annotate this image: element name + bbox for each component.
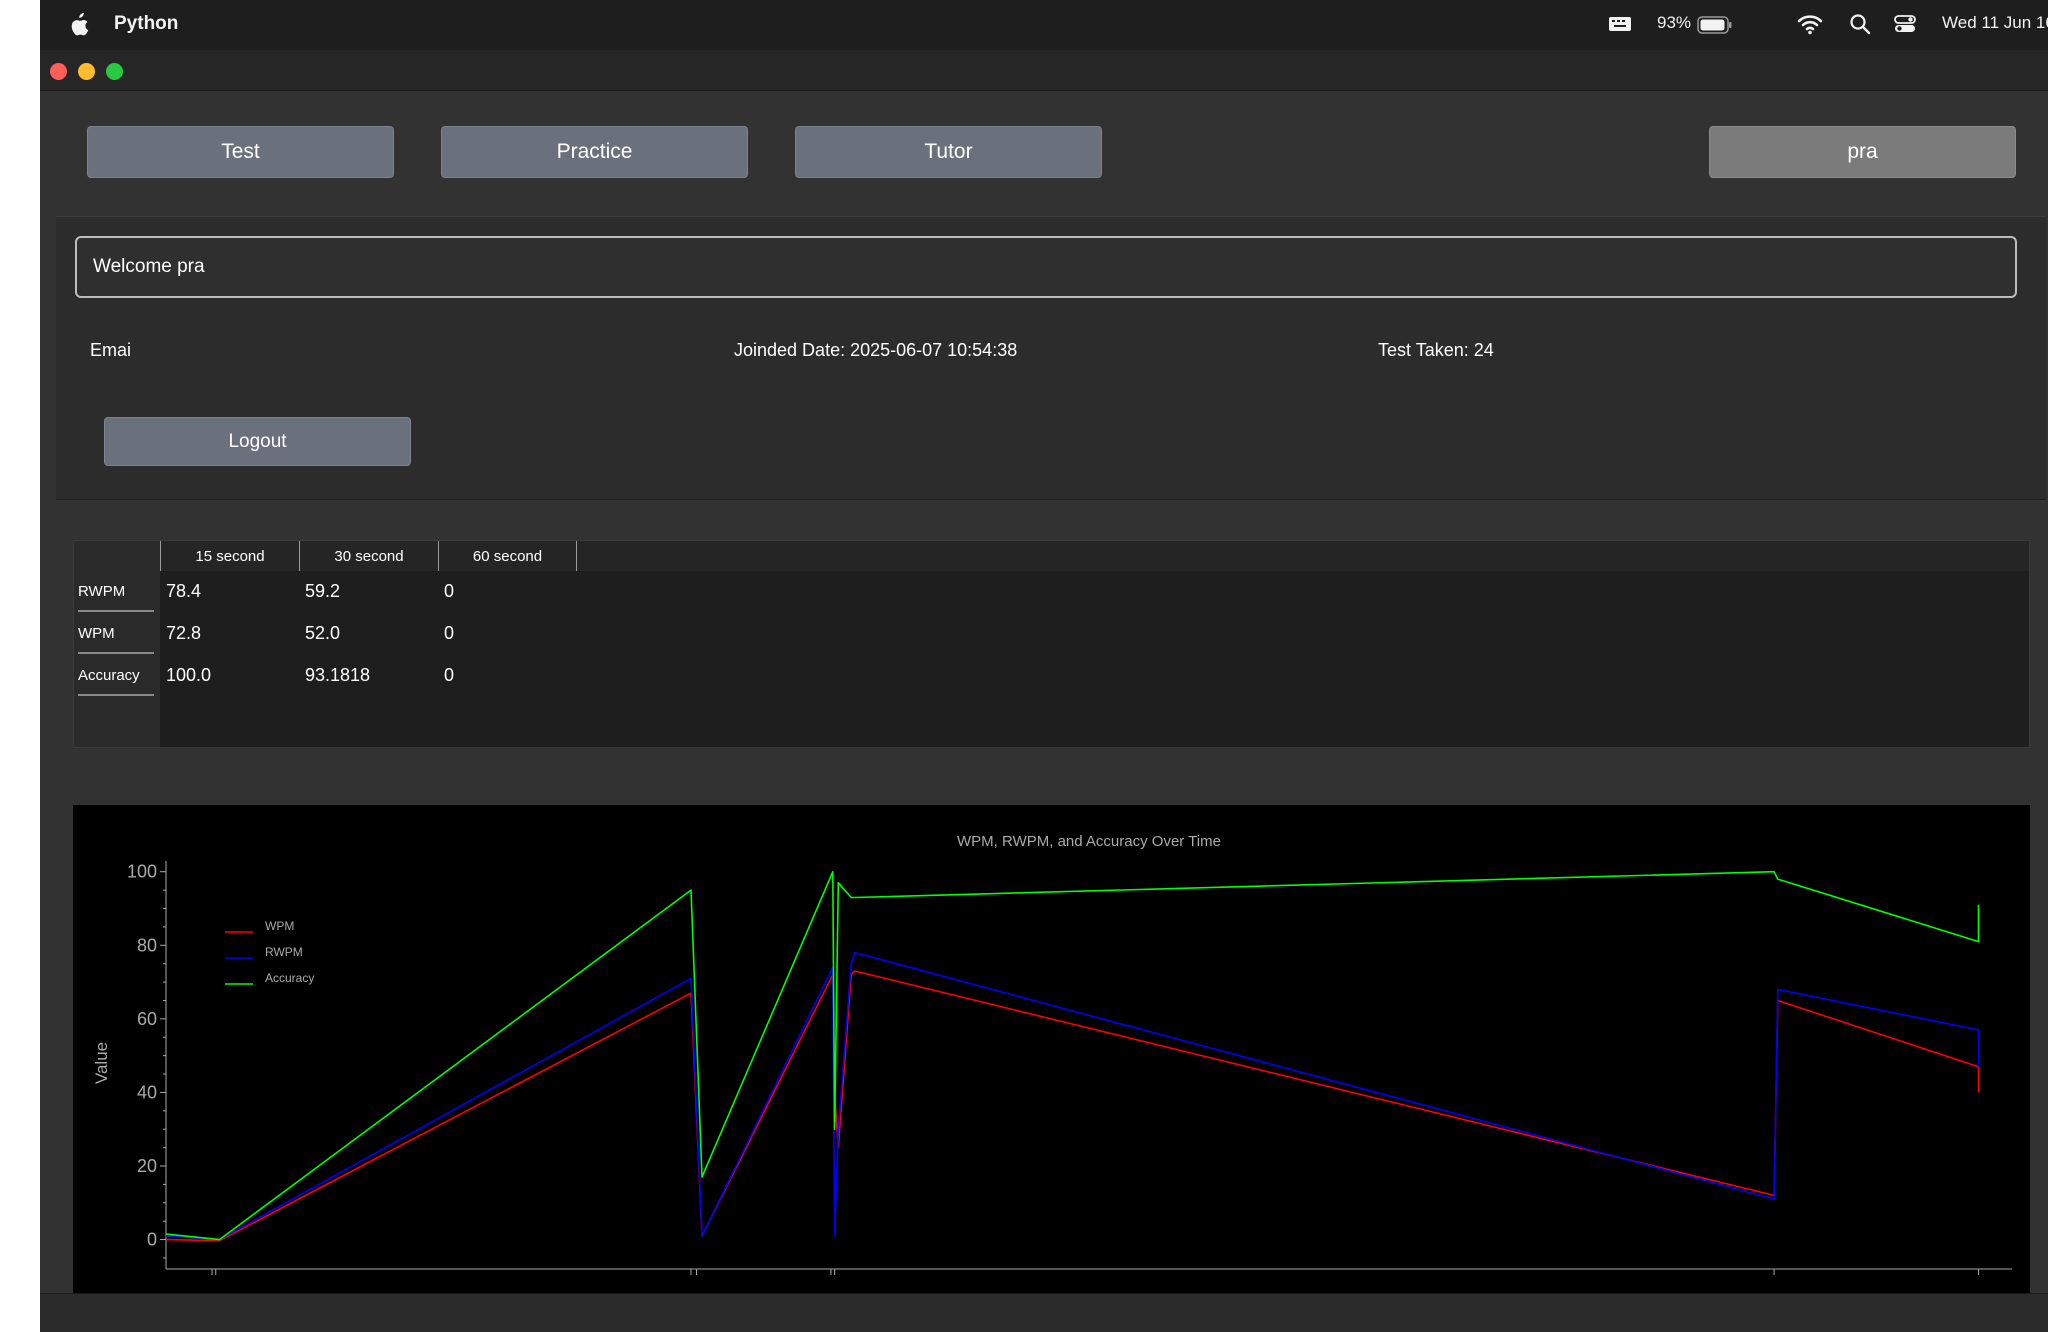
stats-table: 15 second 30 second 60 second RWPM WPM A…: [73, 540, 2030, 748]
app-window: Test Practice Tutor pra Welcome pra Emai…: [40, 50, 2048, 1332]
row-header-wpm[interactable]: WPM: [78, 614, 154, 654]
line-chart: WPM, RWPM, and Accuracy Over Time 0 20 40 60…: [92, 833, 2012, 1275]
profile-panel: Welcome pra Emai Joinded Date: 2025-06-0…: [56, 216, 2046, 500]
welcome-field[interactable]: Welcome pra: [75, 236, 2017, 298]
series-line-rwpm: [165, 951, 1980, 1241]
table-cell[interactable]: 0: [444, 581, 454, 602]
logout-button[interactable]: Logout: [104, 417, 411, 466]
y-tick-label: 80: [137, 935, 157, 955]
row-header-accuracy[interactable]: Accuracy: [78, 656, 154, 696]
series-line-accuracy: [165, 870, 1980, 1241]
table-cell[interactable]: 78.4: [166, 581, 201, 602]
app-name[interactable]: Python: [114, 13, 178, 35]
close-button[interactable]: [50, 63, 67, 80]
title-bar: [40, 50, 2048, 91]
tests-taken-label: Test Taken: 24: [1378, 340, 1494, 360]
row-header-rwpm[interactable]: RWPM: [78, 572, 154, 612]
email-label: Emai: [90, 340, 132, 360]
y-tick-label: 0: [147, 1230, 157, 1250]
test-button[interactable]: Test: [87, 126, 394, 178]
status-bar: [40, 1293, 2048, 1332]
control-center-icon[interactable]: [1893, 12, 1917, 36]
clock[interactable]: Wed 11 Jun 16:1: [1942, 13, 2048, 33]
y-tick-label: 40: [137, 1082, 157, 1102]
user-button[interactable]: pra: [1709, 126, 2016, 178]
apple-icon[interactable]: [67, 12, 89, 38]
wifi-icon[interactable]: [1797, 12, 1823, 36]
search-icon[interactable]: [1848, 12, 1872, 36]
table-cell[interactable]: 52.0: [305, 623, 340, 644]
y-tick-label: 60: [137, 1009, 157, 1029]
legend-label: Accuracy: [265, 971, 314, 985]
menu-bar: Python 93% Wed 11 Jun 16:1: [40, 0, 2048, 50]
column-header-15s[interactable]: 15 second: [160, 541, 299, 571]
chart-panel: WPM, RWPM, and Accuracy Over Time 0 20 40 60…: [73, 805, 2030, 1293]
keyboard-icon[interactable]: [1608, 12, 1632, 36]
minimize-button[interactable]: [78, 63, 95, 80]
practice-button[interactable]: Practice: [441, 126, 748, 178]
y-axis-label: Value: [92, 1042, 111, 1084]
y-tick-label: 100: [127, 862, 157, 882]
y-tick-label: 20: [137, 1156, 157, 1176]
table-cell[interactable]: 72.8: [166, 623, 201, 644]
legend-label: WPM: [265, 919, 294, 933]
table-cell[interactable]: 93.1818: [305, 665, 370, 686]
column-header-60s[interactable]: 60 second: [438, 541, 577, 571]
zoom-button[interactable]: [106, 63, 123, 80]
battery-percent: 93%: [1657, 13, 1692, 32]
table-cell[interactable]: 100.0: [166, 665, 211, 686]
table-cell[interactable]: 0: [444, 665, 454, 686]
tutor-button[interactable]: Tutor: [795, 126, 1102, 178]
battery-icon[interactable]: [1697, 15, 1733, 35]
table-cell[interactable]: 0: [444, 623, 454, 644]
legend-label: RWPM: [265, 945, 303, 959]
column-header-30s[interactable]: 30 second: [299, 541, 438, 571]
chart-title: WPM, RWPM, and Accuracy Over Time: [957, 833, 1221, 850]
table-cell[interactable]: 59.2: [305, 581, 340, 602]
joined-date-label: Joinded Date: 2025-06-07 10:54:38: [734, 340, 1018, 360]
